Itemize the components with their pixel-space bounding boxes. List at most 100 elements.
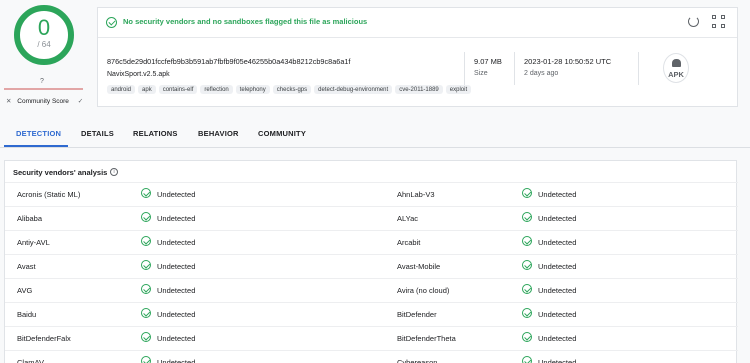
apk-file-type-icon: APK (663, 53, 689, 83)
file-tag[interactable]: contains-elf (158, 85, 198, 94)
reanalyze-icon[interactable] (688, 16, 699, 27)
vendor-row: AVG Undetected Avira (no cloud) Undetected (5, 278, 738, 302)
vendor-name: Arcabit (397, 238, 421, 247)
tab-details[interactable]: DETAILS (81, 129, 114, 138)
vendor-row: Acronis (Static ML) Undetected AhnLab-V3 Un… (5, 182, 738, 206)
vendor-result: Undetected (538, 190, 577, 199)
last-analysis-date: 2023-01-28 10:50:52 UTC (524, 57, 612, 66)
check-circle-icon (522, 308, 532, 318)
vendor-row: Antiy-AVL Undetected Arcabit Undetected (5, 230, 738, 254)
vendor-name: Antiy-AVL (17, 238, 50, 247)
vendor-result: Undetected (157, 238, 196, 247)
engine-total: / 64 (37, 40, 51, 49)
check-circle-icon (522, 356, 532, 363)
vendor-row: Avast Undetected Avast-Mobile Undetected (5, 254, 738, 278)
vendor-result: Undetected (538, 214, 577, 223)
check-circle-icon (141, 188, 151, 198)
vendor-row: Alibaba Undetected ALYac Undetected (5, 206, 738, 230)
panel-title: Security vendors' analysis (13, 168, 108, 177)
vendor-row: Baidu Undetected BitDefender Undetected (5, 302, 738, 326)
vendor-name: ClamAV (17, 358, 44, 363)
file-tag[interactable]: reflection (200, 85, 233, 94)
file-size: 9.07 MB (474, 57, 502, 66)
vendor-name: Avast (17, 262, 36, 271)
vendor-name: Baidu (17, 310, 37, 319)
vendor-result: Undetected (157, 190, 196, 199)
vendor-result: Undetected (538, 286, 577, 295)
file-tag[interactable]: checks-gps (272, 85, 312, 94)
vendor-name: Avast-Mobile (397, 262, 441, 271)
check-circle-icon (522, 236, 532, 246)
community-score-bar (4, 88, 83, 90)
file-hash[interactable]: 876c5de29d01fccfefb9b3b591ab7fbfb9f05e46… (107, 57, 350, 66)
check-circle-icon (141, 212, 151, 222)
vendor-result: Undetected (538, 334, 577, 343)
check-circle-icon (141, 308, 151, 318)
check-circle-icon (141, 236, 151, 246)
file-size-label: Size (474, 70, 488, 77)
vendor-result: Undetected (538, 238, 577, 247)
tab-relations[interactable]: RELATIONS (133, 129, 178, 138)
check-circle-icon (522, 188, 532, 198)
vendor-name: BitDefenderTheta (397, 334, 456, 343)
graph-icon[interactable] (712, 15, 725, 28)
divider (464, 52, 465, 85)
vendor-name: Cybereason (397, 358, 438, 363)
last-analysis-ago: 2 days ago (524, 70, 559, 77)
vendor-name: AhnLab-V3 (397, 190, 435, 199)
vendor-name: BitDefender (397, 310, 437, 319)
tab-behavior[interactable]: BEHAVIOR (198, 129, 239, 138)
info-icon[interactable]: i (110, 168, 118, 176)
check-circle-icon (522, 284, 532, 294)
vendor-row: ClamAV Undetected Cybereason Undetected (5, 350, 738, 363)
file-tag[interactable]: detect-debug-environment (314, 85, 393, 94)
active-tab-indicator (4, 145, 68, 147)
report-tabs: DETECTION DETAILS RELATIONS BEHAVIOR COM… (0, 124, 750, 148)
vendor-name: Avira (no cloud) (397, 286, 450, 295)
file-info-card: No security vendors and no sandboxes fla… (97, 7, 738, 107)
check-circle-icon (106, 17, 117, 28)
file-tag[interactable]: apk (138, 85, 156, 94)
check-circle-icon (522, 332, 532, 342)
check-circle-icon (141, 260, 151, 270)
tab-detection[interactable]: DETECTION (16, 129, 61, 138)
file-tag[interactable]: telephony (235, 85, 270, 94)
vendor-name: Alibaba (17, 214, 43, 223)
community-score: ✕ Community Score ✓ (6, 97, 87, 105)
vendor-result: Undetected (538, 310, 577, 319)
vendor-name: BitDefenderFalx (17, 334, 71, 343)
file-tag[interactable]: exploit (445, 85, 472, 94)
vendor-result: Undetected (538, 262, 577, 271)
vendor-result: Undetected (538, 358, 577, 363)
vendor-name: ALYac (397, 214, 418, 223)
detection-count: 0 (37, 15, 51, 40)
tab-community[interactable]: COMMUNITY (258, 129, 306, 138)
vote-harmless-icon[interactable]: ✓ (78, 98, 83, 105)
vendor-result: Undetected (157, 286, 196, 295)
vendors-analysis-panel: Security vendors' analysis i Acronis (St… (4, 160, 738, 363)
community-score-value: ? (40, 78, 44, 85)
vendor-result: Undetected (157, 262, 196, 271)
vendor-result: Undetected (157, 214, 196, 223)
check-circle-icon (141, 356, 151, 363)
vote-harmful-icon[interactable]: ✕ (6, 98, 11, 105)
vendor-result: Undetected (157, 358, 196, 363)
check-circle-icon (522, 212, 532, 222)
android-icon (672, 59, 681, 67)
score-circle: 0 / 64 (14, 5, 74, 65)
file-name: NavixSport.v2.5.apk (107, 71, 170, 78)
check-circle-icon (141, 332, 151, 342)
verdict-banner: No security vendors and no sandboxes fla… (98, 8, 737, 38)
vendor-result: Undetected (157, 310, 196, 319)
vendor-name: Acronis (Static ML) (17, 190, 81, 199)
file-tag[interactable]: android (107, 85, 136, 94)
vendor-row: BitDefenderFalx Undetected BitDefenderThet… (5, 326, 738, 350)
check-circle-icon (141, 284, 151, 294)
verdict-text: No security vendors and no sandboxes fla… (123, 17, 368, 26)
file-type-label: APK (668, 70, 684, 79)
detection-score: 0 / 64 ? ✕ Community Score ✓ (0, 0, 90, 112)
community-score-label: Community Score (17, 98, 69, 105)
file-tags: android apk contains-elf reflection telephon… (107, 85, 472, 94)
divider (638, 52, 639, 85)
file-tag[interactable]: cve-2011-1889 (395, 85, 443, 94)
